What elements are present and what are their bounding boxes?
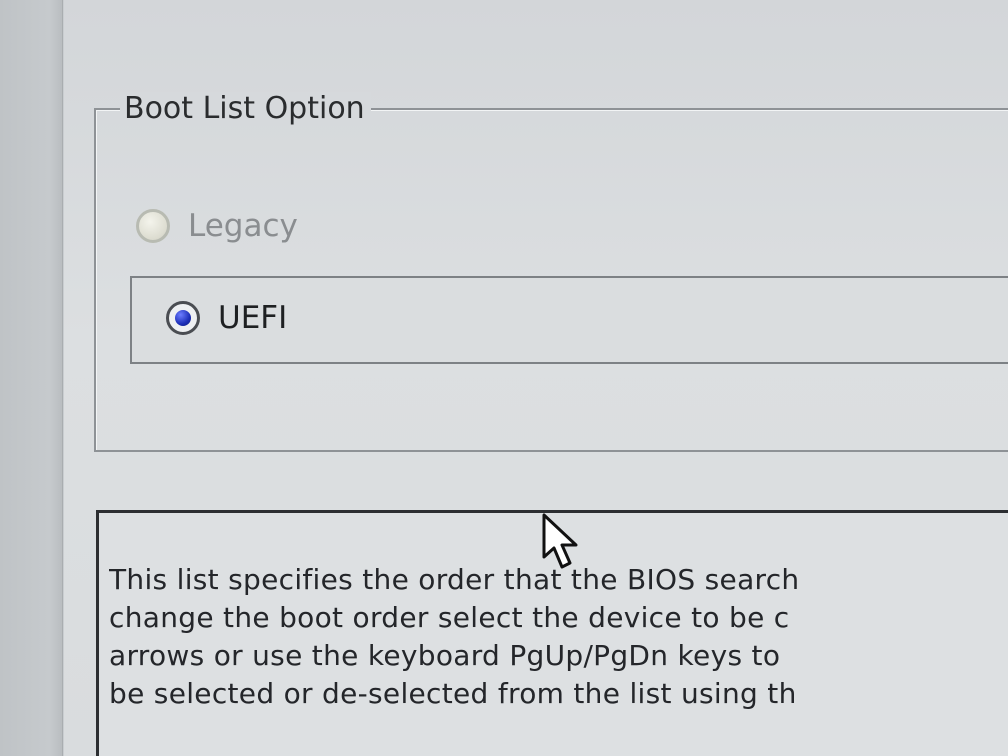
radio-legacy[interactable]: Legacy (136, 208, 298, 244)
boot-list-option-group: Boot List Option Legacy UEFI (94, 92, 1008, 452)
left-navigation-strip (0, 0, 63, 756)
radio-uefi-focus-frame[interactable]: UEFI (130, 276, 1008, 364)
radio-unselected-icon[interactable] (136, 209, 170, 243)
radio-uefi-label: UEFI (218, 300, 288, 336)
help-text-line: change the boot order select the device … (109, 601, 790, 634)
radio-legacy-label: Legacy (188, 208, 298, 244)
boot-list-option-title: Boot List Option (120, 92, 371, 126)
radio-selected-icon[interactable] (166, 301, 200, 335)
help-text-line: be selected or de-selected from the list… (109, 677, 797, 710)
radio-uefi[interactable]: UEFI (166, 300, 287, 336)
settings-panel: Boot List Option Legacy UEFI This list s… (64, 0, 1008, 756)
help-text-line: arrows or use the keyboard PgUp/PgDn key… (109, 639, 781, 672)
radio-selected-dot (175, 310, 191, 326)
mouse-pointer-icon (542, 513, 578, 569)
